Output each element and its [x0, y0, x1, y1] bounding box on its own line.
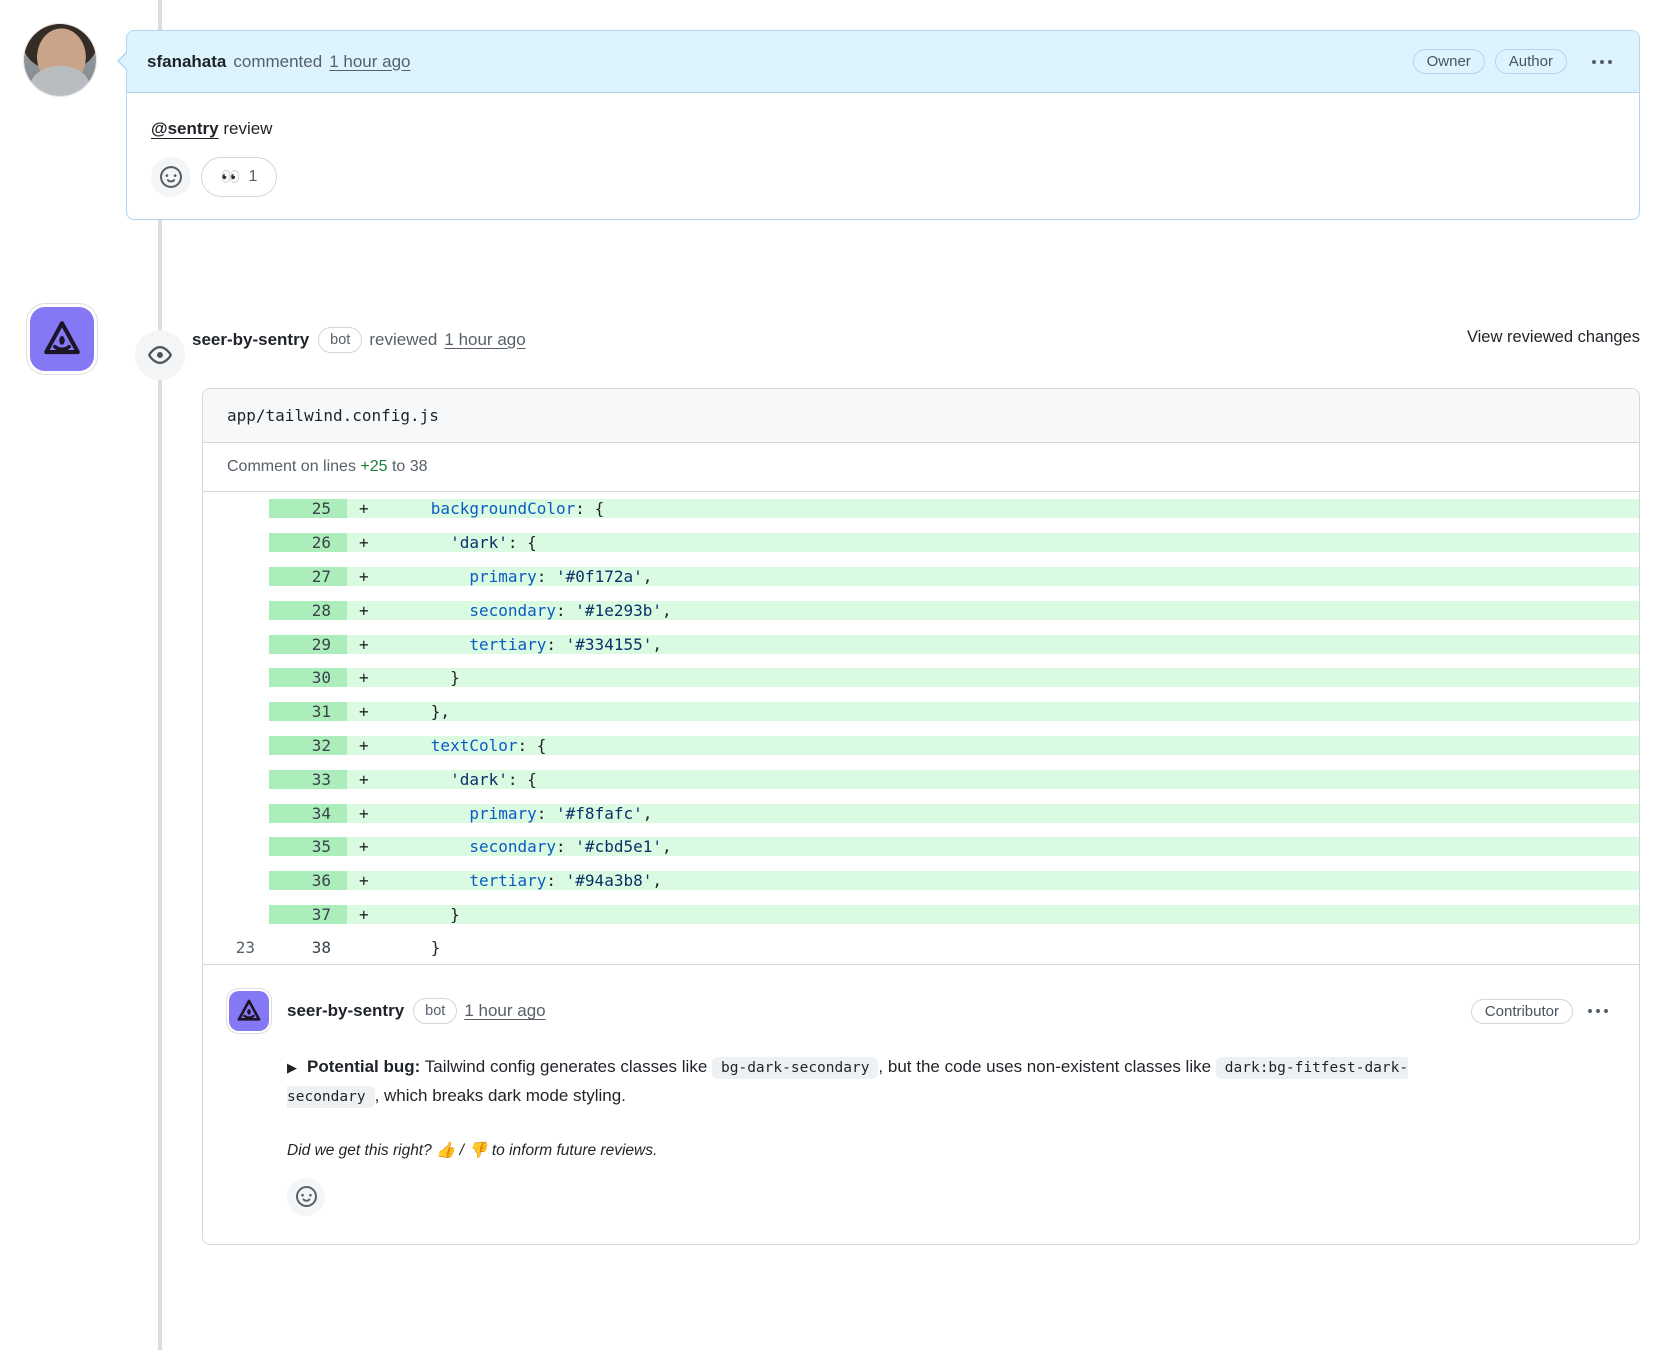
smiley-icon	[160, 166, 182, 188]
comment-body: @sentry review	[127, 93, 1639, 145]
inline-comment-text: Tailwind config generates classes like b…	[287, 1057, 1409, 1109]
diff-row: 30 + }	[203, 661, 1639, 695]
seer-logo-background	[30, 307, 94, 371]
seer-pyramid-eye-icon	[44, 321, 80, 355]
diff-row: 28 + secondary: '#1e293b',	[203, 593, 1639, 627]
inline-code-chip: bg-dark-secondary	[712, 1057, 879, 1080]
diff-row: 26 + 'dark': {	[203, 526, 1639, 560]
disclosure-triangle-icon[interactable]: ▶	[287, 1060, 297, 1075]
diff-row: 35 + secondary: '#cbd5e1',	[203, 830, 1639, 864]
inline-comment-timestamp-link[interactable]: 1 hour ago	[464, 1001, 545, 1021]
user-avatar[interactable]	[24, 24, 96, 96]
range-end: 38	[409, 458, 428, 475]
diff-row: 34 + primary: '#f8fafc',	[203, 796, 1639, 830]
contributor-badge: Contributor	[1470, 998, 1573, 1024]
range-start: +25	[360, 458, 388, 475]
seer-pyramid-eye-icon	[237, 999, 261, 1021]
inline-comment-header: seer-by-sentry bot 1 hour ago Contributo…	[227, 989, 1615, 1034]
comment-action: commented	[233, 51, 323, 71]
inline-comment-body: ▶ Potential bug: Tailwind config generate…	[287, 1053, 1477, 1111]
comment-caret-fill	[119, 52, 128, 70]
bot-badge: bot	[318, 327, 363, 353]
diff-row: 27 + primary: '#0f172a',	[203, 560, 1639, 594]
comment-header: sfanahata commented 1 hour ago Owner Aut…	[127, 31, 1639, 93]
review-event-header: seer-by-sentry bot reviewed 1 hour ago	[192, 322, 526, 358]
comment-on-lines: Comment on lines +25 to 38	[203, 443, 1639, 492]
inline-comment-author[interactable]: seer-by-sentry	[287, 1001, 404, 1021]
inline-reaction-row	[287, 1177, 1615, 1216]
eye-icon	[148, 346, 172, 364]
kebab-icon	[1596, 1009, 1600, 1014]
review-diff-panel: app/tailwind.config.js Comment on lines …	[202, 388, 1640, 1245]
diff-file-path[interactable]: app/tailwind.config.js	[203, 389, 1639, 443]
range-mid: to	[387, 458, 410, 475]
inline-bot-comment: seer-by-sentry bot 1 hour ago Contributo…	[203, 965, 1639, 1244]
diff-row: 29 + tertiary: '#334155',	[203, 627, 1639, 661]
top-comment-card: sfanahata commented 1 hour ago Owner Aut…	[117, 30, 1640, 220]
reaction-row: 👀 1	[127, 145, 1639, 219]
pr-conversation-page: sfanahata commented 1 hour ago Owner Aut…	[0, 0, 1672, 1350]
view-reviewed-changes-link[interactable]: View reviewed changes	[1467, 328, 1640, 347]
review-action: reviewed	[369, 330, 438, 349]
eyes-emoji: 👀	[220, 169, 241, 186]
eyes-reaction-button[interactable]: 👀 1	[201, 157, 277, 197]
add-reaction-button[interactable]	[287, 1177, 325, 1216]
review-author[interactable]: seer-by-sentry	[192, 330, 309, 350]
inline-comment-menu-button[interactable]	[1581, 998, 1615, 1024]
author-badge: Author	[1494, 49, 1567, 74]
comment-on-lines-prefix: Comment on lines	[227, 458, 361, 475]
comment-menu-button[interactable]	[1585, 49, 1619, 75]
diff-row: 32 + textColor: {	[203, 729, 1639, 763]
smiley-icon	[295, 1186, 317, 1208]
diff-row: 23 38 }	[203, 931, 1639, 966]
owner-badge: Owner	[1412, 49, 1485, 74]
seer-logo-background-small	[229, 991, 269, 1032]
comment-author[interactable]: sfanahata	[147, 52, 226, 72]
diff-row: 33 + 'dark': {	[203, 762, 1639, 796]
seer-bot-avatar-small[interactable]	[227, 989, 271, 1034]
diff-rows: 25 + backgroundColor: {26 + 'dark': {27 + p…	[203, 492, 1639, 966]
feedback-footnote: Did we get this right? 👍 / 👎 to inform f…	[287, 1141, 658, 1159]
diff-row: 25 + backgroundColor: {	[203, 492, 1639, 526]
comment-timestamp-link[interactable]: 1 hour ago	[329, 52, 410, 72]
bot-badge: bot	[413, 998, 458, 1025]
diff-row: 37 + }	[203, 898, 1639, 932]
diff-row: 36 + tertiary: '#94a3b8',	[203, 864, 1639, 898]
potential-bug-title: Potential bug:	[307, 1057, 421, 1077]
seer-bot-avatar[interactable]	[27, 304, 97, 374]
review-timestamp-link[interactable]: 1 hour ago	[444, 330, 525, 350]
diff-row: 31 + },	[203, 695, 1639, 729]
review-event-badge	[135, 330, 185, 380]
sentry-mention-link[interactable]: @sentry	[151, 119, 219, 138]
add-reaction-button[interactable]	[151, 157, 191, 197]
eyes-reaction-count: 1	[248, 168, 258, 185]
comment-text: review	[218, 119, 273, 138]
kebab-icon	[1600, 59, 1604, 64]
